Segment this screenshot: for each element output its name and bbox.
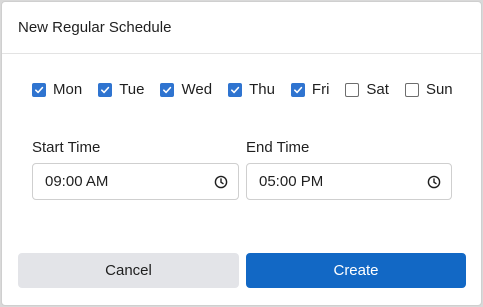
checkbox-box[interactable]	[32, 82, 46, 97]
day-label: Sun	[425, 81, 453, 98]
checkbox-box[interactable]	[228, 82, 243, 97]
day-label: Fri	[311, 81, 330, 98]
checkmark-icon	[163, 86, 172, 93]
start-time-input[interactable]: 09:00 AM	[32, 163, 239, 200]
checkbox-box[interactable]	[404, 82, 419, 97]
day-label: Thu	[249, 81, 275, 98]
checkmark-icon	[231, 86, 240, 93]
start-time-label: Start Time	[32, 139, 101, 156]
day-checkbox-wed[interactable]: Wed	[160, 81, 212, 98]
checkmark-icon	[35, 86, 44, 93]
dialog-header: New Regular Schedule	[2, 2, 481, 54]
end-time-value: 05:00 PM	[259, 173, 324, 190]
new-schedule-dialog: New Regular Schedule Mon Tue Wed Thu Fri…	[1, 1, 482, 306]
weekday-selector: Mon Tue Wed Thu Fri Sat Sun	[32, 81, 453, 98]
day-checkbox-mon[interactable]: Mon	[32, 81, 82, 98]
checkbox-box[interactable]	[98, 82, 113, 97]
day-checkbox-thu[interactable]: Thu	[228, 81, 275, 98]
day-label: Sat	[366, 81, 389, 98]
checkbox-box[interactable]	[345, 82, 360, 97]
end-time-label: End Time	[246, 139, 310, 156]
day-label: Mon	[53, 81, 83, 98]
day-label: Tue	[119, 81, 145, 98]
checkbox-box[interactable]	[160, 82, 175, 97]
checkmark-icon	[293, 86, 303, 93]
day-checkbox-sun[interactable]: Sun	[404, 81, 453, 98]
clock-icon[interactable]	[214, 175, 228, 189]
clock-icon[interactable]	[427, 175, 441, 189]
dialog-title: New Regular Schedule	[18, 19, 172, 36]
start-time-value: 09:00 AM	[45, 173, 109, 190]
day-checkbox-sat[interactable]: Sat	[345, 81, 389, 98]
checkmark-icon	[101, 86, 110, 93]
day-label: Wed	[181, 81, 213, 98]
day-checkbox-tue[interactable]: Tue	[98, 81, 144, 98]
end-time-input[interactable]: 05:00 PM	[246, 163, 452, 200]
checkbox-box[interactable]	[290, 82, 305, 97]
cancel-button[interactable]: Cancel	[18, 253, 239, 288]
day-checkbox-fri[interactable]: Fri	[290, 81, 330, 98]
create-button[interactable]: Create	[246, 253, 466, 288]
